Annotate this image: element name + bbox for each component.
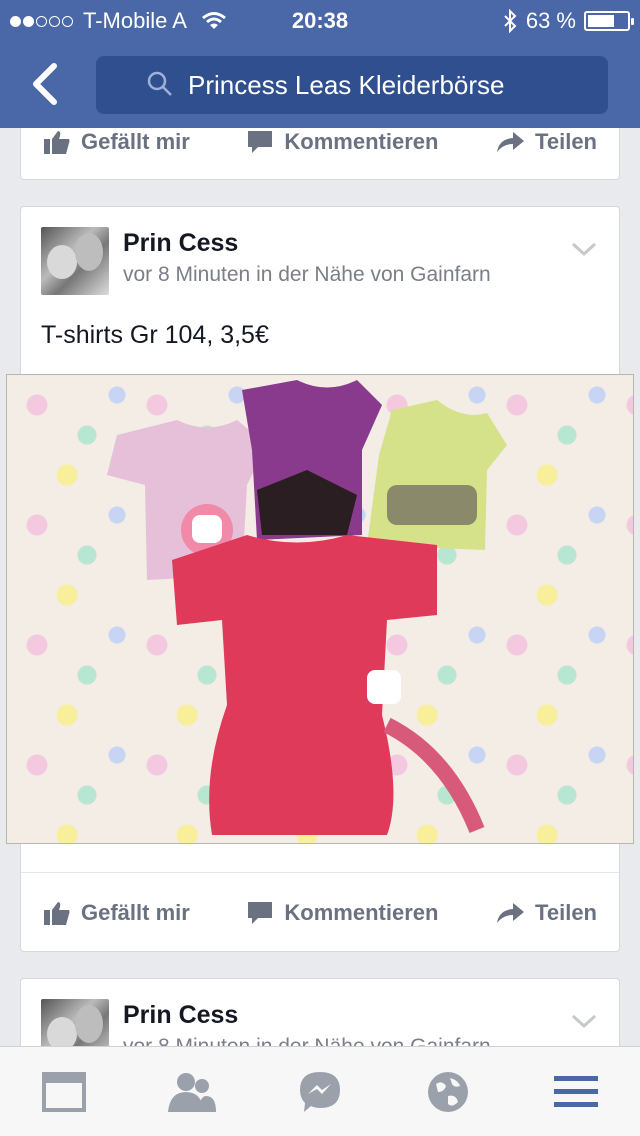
like-button[interactable]: Gefällt mir (43, 129, 190, 155)
post-photo[interactable] (6, 374, 634, 844)
avatar[interactable] (41, 227, 109, 295)
search-icon (147, 71, 172, 96)
search-text: Princess Leas Kleiderbörse (188, 69, 505, 100)
tab-messenger[interactable] (280, 1047, 360, 1136)
share-arrow-icon (497, 132, 525, 152)
comment-icon (248, 902, 273, 924)
top-bar: T-Mobile A 20:38 63 % Princess Leas Klei… (0, 0, 640, 128)
post-meta: vor 8 Minuten in der Nähe von Gainfarn (123, 263, 491, 286)
share-button[interactable]: Teilen (495, 129, 597, 155)
post-header: Prin Cess vor 8 Minuten in der Nähe von … (21, 207, 619, 307)
post-author[interactable]: Prin Cess (123, 1001, 238, 1030)
status-bar: T-Mobile A 20:38 63 % (0, 0, 640, 40)
friend-requests-icon (168, 1072, 216, 1112)
comment-button[interactable]: Kommentieren (246, 129, 438, 155)
comment-button[interactable]: Kommentieren (246, 900, 438, 926)
more-menu-icon (554, 1075, 598, 1107)
like-label: Gefällt mir (81, 129, 190, 154)
comment-icon (248, 131, 273, 153)
news-feed-icon (42, 1071, 86, 1112)
thumbs-up-icon (44, 902, 70, 925)
navigation-bar: Princess Leas Kleiderbörse (0, 40, 640, 128)
thumbs-up-icon (44, 131, 70, 154)
tab-news-feed[interactable] (24, 1047, 104, 1136)
post-author[interactable]: Prin Cess (123, 229, 238, 258)
chevron-down-icon[interactable] (571, 1013, 597, 1029)
share-label: Teilen (535, 129, 597, 154)
status-right: 63 % (502, 8, 634, 34)
bottom-tab-bar (0, 1046, 640, 1136)
comment-label: Kommentieren (284, 900, 439, 925)
notifications-globe-icon (428, 1071, 468, 1112)
messenger-icon (300, 1071, 340, 1112)
like-button[interactable]: Gefällt mir (43, 900, 190, 926)
back-arrow-icon[interactable] (26, 62, 66, 106)
battery-icon (584, 11, 634, 31)
battery-percent: 63 % (525, 8, 576, 33)
tshirts-photo (107, 380, 507, 835)
share-button[interactable]: Teilen (495, 900, 597, 926)
chevron-down-icon[interactable] (571, 241, 597, 257)
tab-friend-requests[interactable] (152, 1047, 232, 1136)
comment-label: Kommentieren (284, 129, 439, 154)
search-field[interactable]: Princess Leas Kleiderbörse (96, 56, 608, 114)
bluetooth-icon (504, 9, 517, 33)
share-label: Teilen (535, 900, 597, 925)
shirt-green (367, 400, 507, 550)
share-arrow-icon (497, 903, 525, 923)
post-actions: Gefällt mir Kommentieren Teilen (21, 874, 619, 952)
post-text: T-shirts Gr 104, 3,5€ (41, 321, 269, 349)
tab-more[interactable] (536, 1047, 616, 1136)
tab-notifications[interactable] (408, 1047, 488, 1136)
like-label: Gefällt mir (81, 900, 190, 925)
